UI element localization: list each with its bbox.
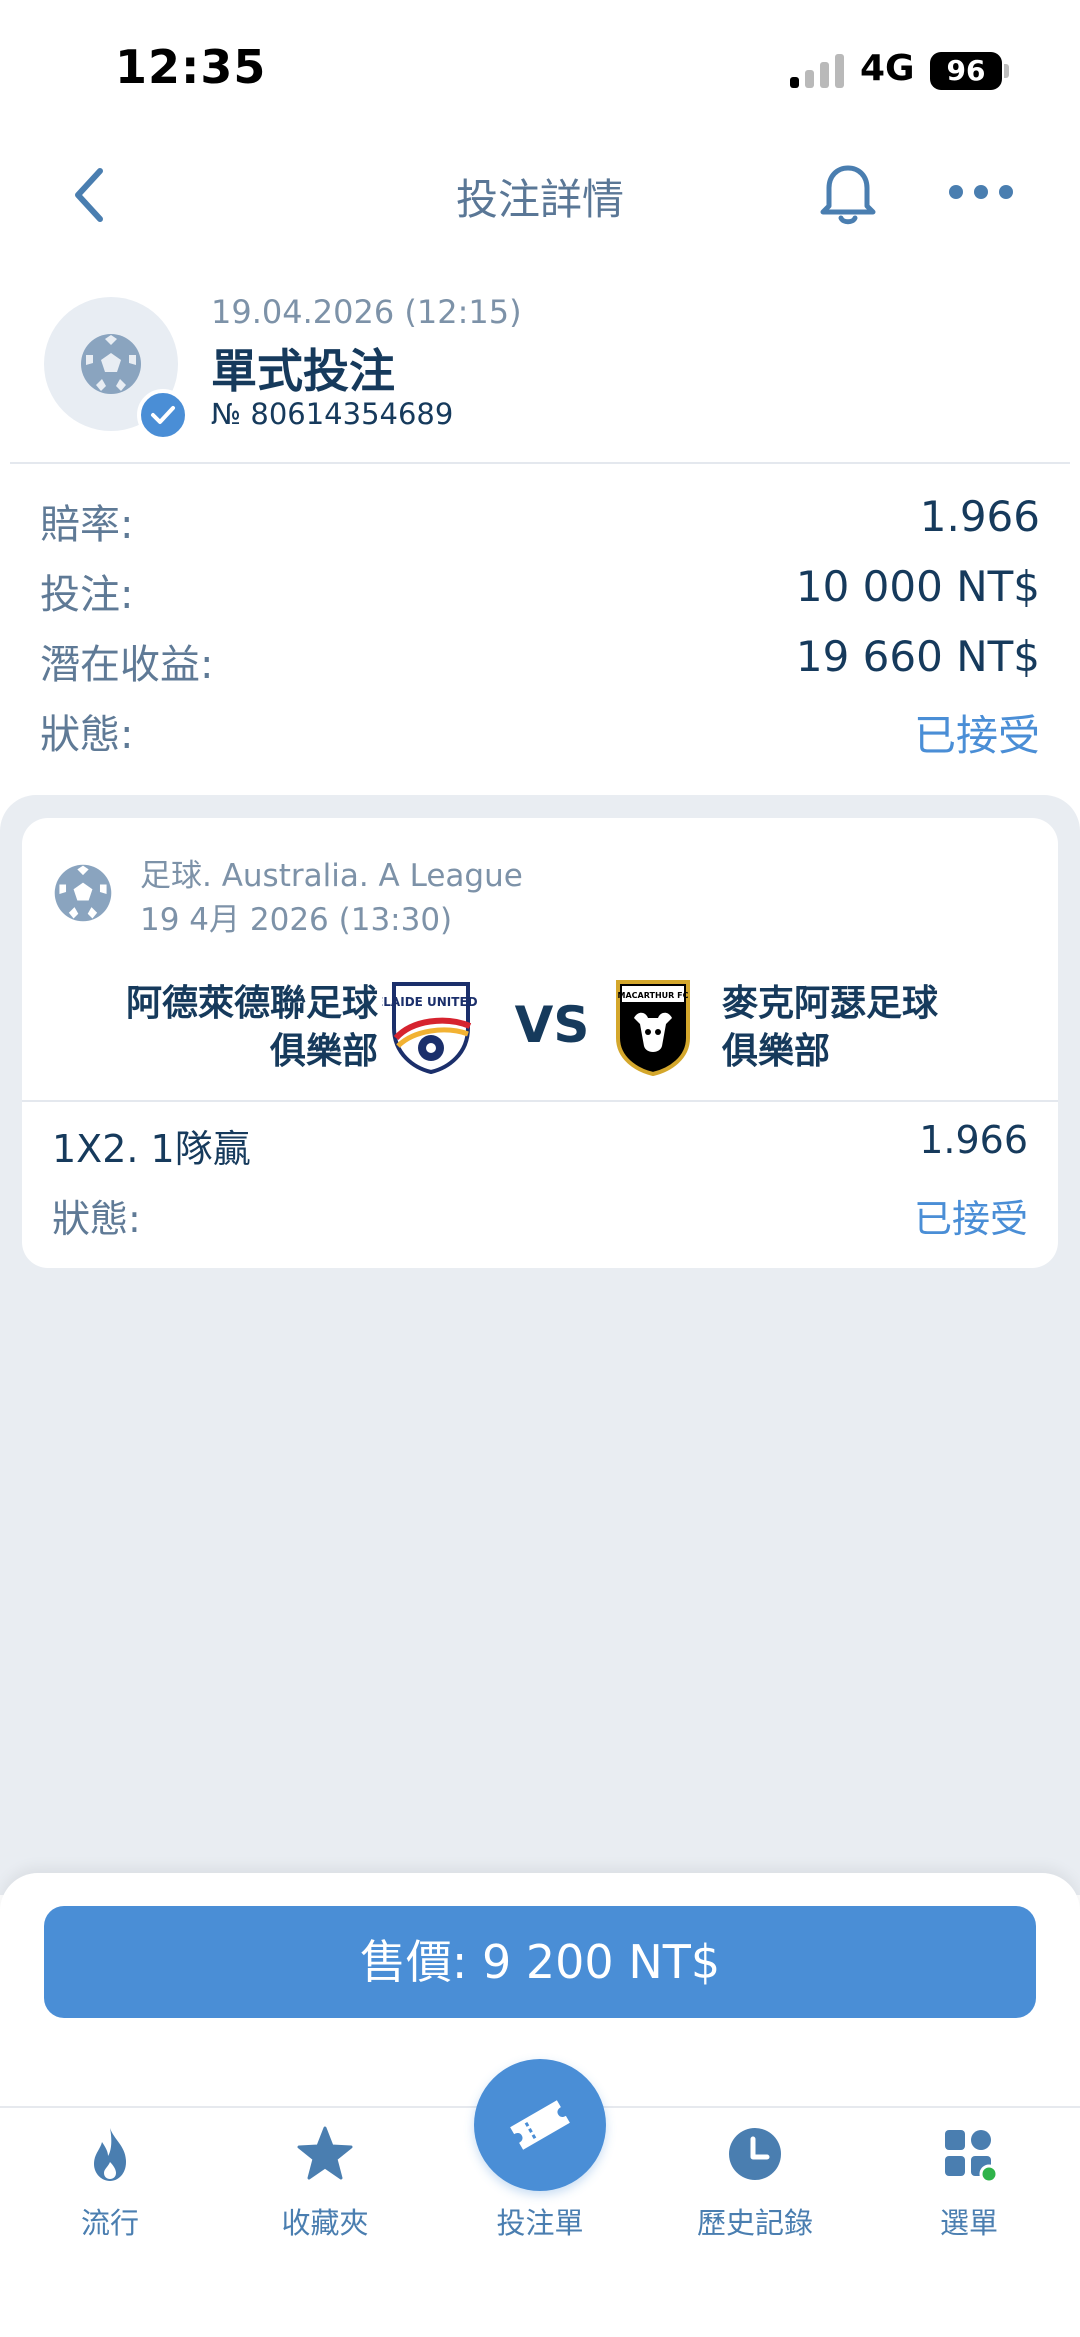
soccer-ball-icon	[81, 334, 141, 394]
bet-date: 19.04.2026 (12:15)	[211, 293, 522, 331]
potential-value: 19 660 NT$	[795, 632, 1040, 681]
tab-favorites[interactable]: 收藏夾	[230, 2120, 420, 2240]
event-card[interactable]: 足球. Australia. A League 19 4月 2026 (13:3…	[22, 818, 1058, 1268]
grid-menu-icon	[945, 2130, 999, 2184]
home-team-line1: 阿德萊德聯足球	[125, 983, 378, 1024]
vs-label: VS	[514, 996, 590, 1054]
bell-icon	[820, 165, 876, 225]
away-team-line1: 麥克阿瑟足球	[722, 983, 939, 1024]
bet-number: № 80614354689	[211, 397, 454, 431]
status-value: 已接受	[913, 711, 1040, 760]
battery-tip	[1004, 64, 1009, 78]
potential-label: 潛在收益:	[40, 642, 214, 688]
odds-value: 1.966	[919, 492, 1040, 541]
bet-header: 19.04.2026 (12:15) 單式投注 № 80614354689	[0, 285, 1080, 460]
summary-row-potential: 潛在收益: 19 660 NT$	[0, 620, 1080, 690]
svg-text:MACARTHUR FC: MACARTHUR FC	[618, 991, 689, 1000]
accepted-check-icon	[137, 389, 189, 441]
tab-menu[interactable]: 選單	[874, 2120, 1064, 2240]
home-team-logo: ADELAIDE UNITED F.C.	[356, 976, 506, 1076]
tab-history-label: 歷史記錄	[696, 2206, 813, 2240]
bet-summary: 賠率: 1.966 投注: 10 000 NT$ 潛在收益: 19 660 NT…	[0, 480, 1080, 760]
status-bar: 12:35 4G 96	[0, 0, 1080, 140]
odds-label: 賠率:	[40, 502, 134, 548]
tab-menu-label: 選單	[939, 2206, 998, 2240]
event-time: 19 4月 2026 (13:30)	[140, 902, 453, 938]
sell-bet-button[interactable]: 售價: 9 200 NT$	[44, 1906, 1036, 2018]
tab-popular[interactable]: 流行	[15, 2120, 205, 2240]
stake-label: 投注:	[40, 572, 134, 618]
home-team-line2: 俱樂部	[269, 1031, 378, 1072]
soccer-ball-icon	[50, 860, 116, 926]
home-team-name: 阿德萊德聯足球 俱樂部	[62, 980, 378, 1076]
tab-betslip-label: 投注單	[496, 2206, 584, 2240]
clock-icon	[729, 2128, 781, 2180]
notifications-button[interactable]	[815, 158, 881, 228]
star-icon	[297, 2126, 353, 2180]
network-type: 4G	[860, 48, 915, 89]
summary-row-odds: 賠率: 1.966	[0, 480, 1080, 550]
more-options-button[interactable]	[946, 172, 1016, 212]
away-team-line2: 俱樂部	[722, 1031, 831, 1072]
tab-history[interactable]: 歷史記錄	[660, 2120, 850, 2240]
page-title: 投注詳情	[455, 175, 624, 224]
status-time: 12:35	[115, 40, 267, 94]
away-team-name: 麥克阿瑟足球 俱樂部	[722, 980, 1042, 1076]
event-status-label: 狀態:	[52, 1197, 141, 1241]
market-odds: 1.966	[919, 1118, 1028, 1162]
svg-text:ADELAIDE UNITED F.C.: ADELAIDE UNITED F.C.	[382, 995, 480, 1009]
more-dots-icon	[949, 185, 1013, 199]
summary-row-status: 狀態: 已接受	[0, 690, 1080, 760]
event-status-value: 已接受	[913, 1197, 1028, 1241]
battery-icon: 96	[930, 52, 1002, 90]
card-divider	[22, 1100, 1058, 1102]
stake-value: 10 000 NT$	[795, 562, 1040, 611]
flame-icon	[94, 2128, 126, 2181]
league-name: 足球. Australia. A League	[140, 858, 523, 894]
status-label: 狀態:	[40, 712, 134, 758]
tab-betslip[interactable]	[474, 2059, 606, 2191]
ticket-icon	[510, 2100, 570, 2150]
away-team-logo: MACARTHUR FC	[612, 976, 694, 1077]
bet-type: 單式投注	[211, 344, 395, 398]
tab-popular-label: 流行	[80, 2206, 139, 2240]
tab-favorites-label: 收藏夾	[281, 2206, 369, 2240]
market-selection: 1X2. 1隊贏	[52, 1127, 251, 1171]
summary-row-stake: 投注: 10 000 NT$	[0, 550, 1080, 620]
divider	[10, 462, 1070, 464]
nav-bar: 投注詳情	[0, 140, 1080, 250]
signal-icon	[790, 52, 846, 88]
